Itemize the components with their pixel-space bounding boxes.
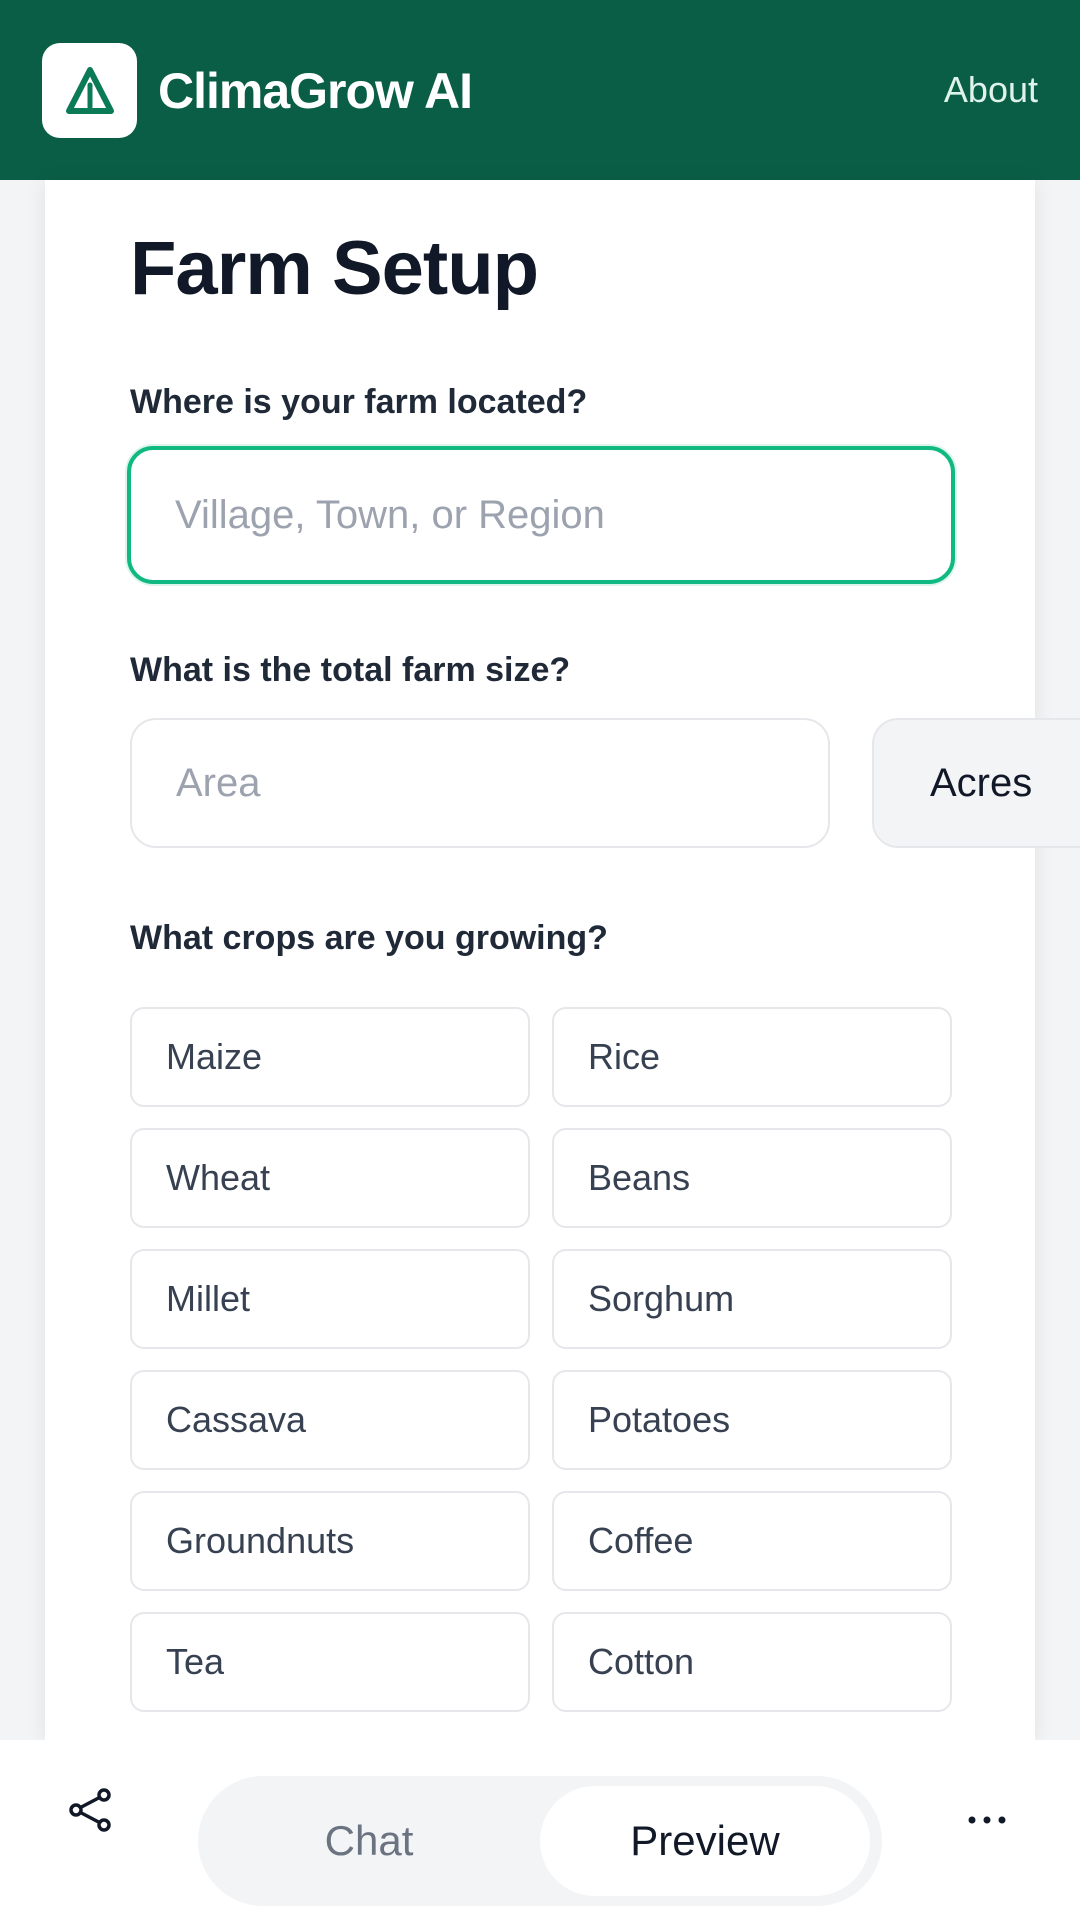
page-title: Farm Setup [130, 226, 539, 311]
crop-option-potatoes[interactable]: Potatoes [552, 1370, 952, 1470]
location-label: Where is your farm located? [130, 383, 588, 421]
crop-option-cassava[interactable]: Cassava [130, 1370, 530, 1470]
crop-option-beans[interactable]: Beans [552, 1128, 952, 1228]
crop-option-groundnuts[interactable]: Groundnuts [130, 1491, 530, 1591]
crop-option-tea[interactable]: Tea [130, 1612, 530, 1712]
climagrow-logo-icon[interactable] [42, 43, 137, 138]
crop-option-maize[interactable]: Maize [130, 1007, 530, 1107]
crop-option-coffee[interactable]: Coffee [552, 1491, 952, 1591]
crops-label: What crops are you growing? [130, 919, 608, 957]
more-horizontal-icon[interactable] [960, 1800, 1014, 1840]
area-input[interactable] [130, 718, 830, 848]
app-header: ClimaGrow AI About [0, 0, 1080, 180]
crop-option-millet[interactable]: Millet [130, 1249, 530, 1349]
view-toggle: Chat Preview [198, 1776, 882, 1906]
app-title: ClimaGrow AI [158, 63, 473, 119]
location-input[interactable] [127, 446, 955, 584]
tab-chat[interactable]: Chat [198, 1776, 540, 1906]
share-icon[interactable] [66, 1785, 116, 1835]
farm-size-label: What is the total farm size? [130, 651, 571, 689]
unit-select[interactable]: Acres [872, 718, 1080, 848]
crop-option-rice[interactable]: Rice [552, 1007, 952, 1107]
crop-option-sorghum[interactable]: Sorghum [552, 1249, 952, 1349]
crop-option-cotton[interactable]: Cotton [552, 1612, 952, 1712]
about-link[interactable]: About [944, 66, 1038, 114]
crop-option-wheat[interactable]: Wheat [130, 1128, 530, 1228]
farm-setup-card: Farm Setup Where is your farm located? W… [45, 180, 1080, 1740]
tab-preview[interactable]: Preview [540, 1786, 870, 1896]
bottom-bar: Chat Preview [0, 1740, 1080, 1920]
